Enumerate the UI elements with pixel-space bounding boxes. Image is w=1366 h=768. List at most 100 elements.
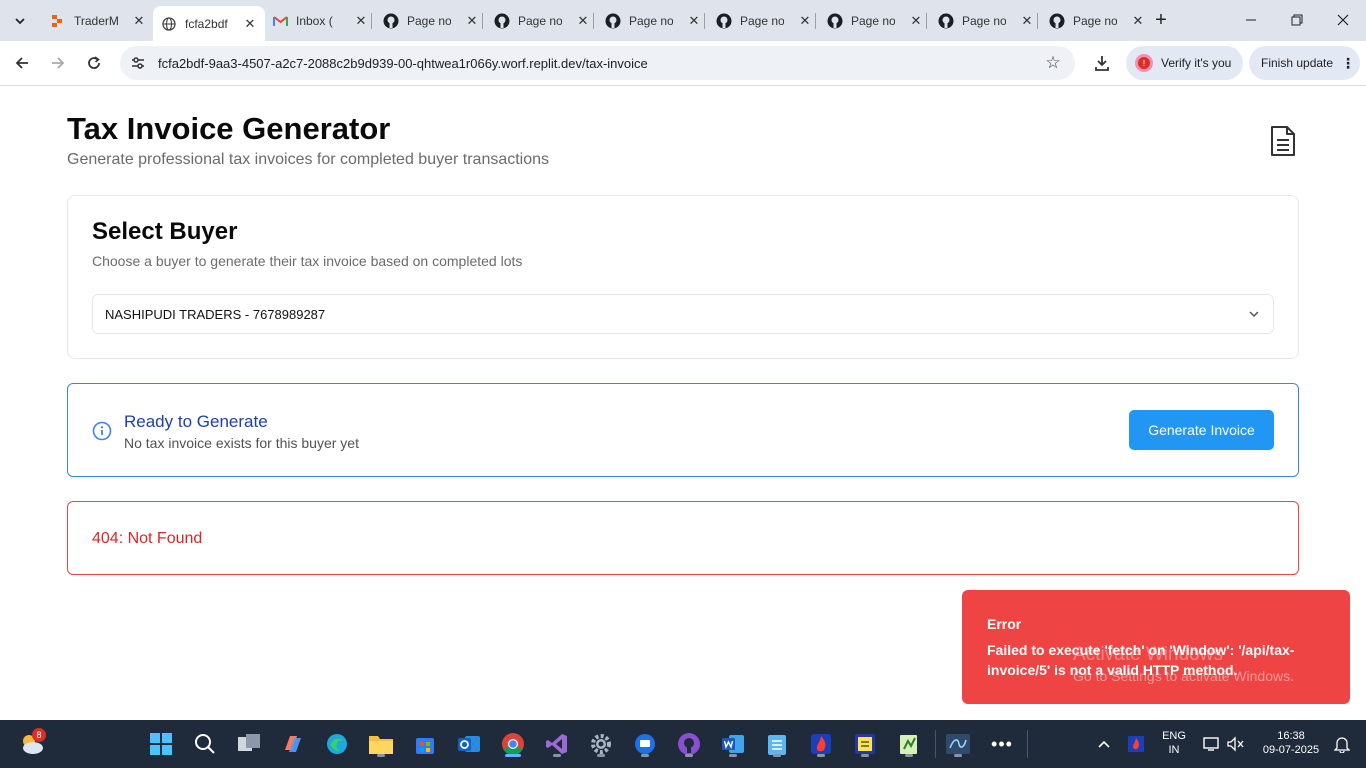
alert-badge: !	[1138, 57, 1150, 69]
bookmark-star-icon[interactable]: ☆	[1043, 53, 1063, 73]
back-button[interactable]	[8, 49, 36, 77]
browser-tab[interactable]: Page no ✕	[819, 6, 931, 35]
forward-button[interactable]	[44, 49, 72, 77]
taskbar-overflow-button[interactable]: •••	[986, 728, 1018, 760]
start-button[interactable]	[145, 728, 177, 760]
minimize-button[interactable]	[1228, 6, 1274, 34]
new-tab-button[interactable]: +	[1150, 9, 1172, 31]
tab-separator	[926, 13, 927, 29]
task-view-icon	[238, 734, 260, 751]
taskbar-store[interactable]	[409, 728, 441, 760]
running-indicator	[641, 754, 649, 757]
show-hidden-icons-button[interactable]	[1088, 728, 1120, 760]
gear-icon	[591, 734, 611, 754]
tab-separator	[593, 13, 594, 29]
chevron-down-icon	[15, 18, 25, 25]
flame-app-icon	[811, 734, 831, 754]
network-icon	[1203, 737, 1219, 751]
store-icon	[416, 738, 434, 754]
close-icon[interactable]: ✕	[1020, 13, 1034, 29]
browser-tab-active[interactable]: fcfa2bdf ✕	[153, 6, 265, 41]
notepad-plus-plus-icon	[900, 735, 917, 754]
sticky-notes-icon	[855, 734, 875, 754]
more-horizontal-icon: •••	[991, 733, 1013, 754]
taskbar-search-button[interactable]	[189, 728, 221, 760]
taskbar-snipping-tool[interactable]	[629, 728, 661, 760]
volume-status[interactable]	[1220, 728, 1252, 760]
taskbar-notepad-plus[interactable]	[893, 728, 925, 760]
taskbar-file-explorer[interactable]	[365, 728, 397, 760]
close-icon[interactable]: ✕	[909, 13, 923, 29]
edge-icon	[327, 734, 347, 754]
info-icon	[92, 421, 112, 441]
tab-label: fcfa2bdf	[185, 16, 228, 31]
taskbar-outlook[interactable]	[453, 728, 485, 760]
tray-flame-icon	[1128, 736, 1144, 752]
browser-tab[interactable]: TraderM ✕	[42, 6, 154, 35]
language-indicator[interactable]: ENG IN	[1160, 730, 1188, 756]
browser-tab[interactable]: Page no ✕	[930, 6, 1042, 35]
tab-label: Page no	[851, 13, 895, 28]
browser-tab[interactable]: Page no ✕	[1041, 6, 1153, 35]
taskbar-mysql-workbench[interactable]	[942, 728, 974, 760]
close-icon[interactable]: ✕	[798, 13, 812, 29]
volume-muted-icon	[1227, 736, 1244, 752]
close-icon[interactable]: ✕	[687, 13, 701, 29]
close-icon[interactable]: ✕	[132, 13, 146, 29]
taskbar-notepad[interactable]	[761, 728, 793, 760]
github-icon	[494, 13, 510, 29]
running-indicator	[553, 754, 561, 757]
plus-icon: +	[1155, 8, 1167, 31]
browser-tab[interactable]: Page no ✕	[708, 6, 820, 35]
browser-tab-strip: TraderM ✕ fcfa2bdf ✕ Inbox ( ✕ Page no ✕…	[0, 0, 1366, 41]
reload-icon	[88, 56, 100, 69]
tab-label: Page no	[629, 13, 673, 28]
address-bar[interactable]: fcfa2bdf-9aa3-4507-a2c7-2088c2b9d939-00-…	[120, 46, 1075, 80]
folder-icon	[369, 736, 393, 754]
taskbar-divider	[1027, 730, 1028, 758]
restore-icon	[1291, 14, 1303, 26]
browser-tab[interactable]: Page no ✕	[486, 6, 598, 35]
close-icon[interactable]: ✕	[243, 16, 257, 32]
verify-identity-chip[interactable]: ! Verify it's you	[1126, 46, 1243, 80]
site-settings-icon[interactable]	[128, 53, 148, 73]
search-icon	[195, 734, 215, 754]
finish-update-button[interactable]: Finish update ⋮	[1249, 46, 1360, 80]
ready-to-generate-card: Ready to Generate No tax invoice exists …	[67, 383, 1299, 477]
generate-invoice-button[interactable]: Generate Invoice	[1129, 410, 1274, 450]
replit-icon	[50, 13, 66, 29]
clock[interactable]: 16:38 09-07-2025	[1256, 730, 1326, 756]
close-icon[interactable]: ✕	[465, 13, 479, 29]
close-icon[interactable]: ✕	[1131, 13, 1145, 29]
download-icon[interactable]	[1090, 51, 1114, 75]
taskbar-word[interactable]	[717, 728, 749, 760]
browser-tab[interactable]: Page no ✕	[375, 6, 487, 35]
notifications-button[interactable]	[1326, 728, 1358, 760]
close-icon[interactable]: ✕	[354, 13, 368, 29]
ready-title: Ready to Generate	[124, 412, 268, 431]
tab-separator	[815, 13, 816, 29]
notification-badge: 8	[32, 728, 46, 742]
tab-search-button[interactable]	[7, 8, 33, 34]
taskbar-app-flame[interactable]	[805, 728, 837, 760]
running-indicator	[817, 754, 825, 757]
taskbar-copilot[interactable]	[277, 728, 309, 760]
buyer-select[interactable]: NASHIPUDI TRADERS - 7678989287	[92, 294, 1274, 334]
taskbar-edge[interactable]	[321, 728, 353, 760]
browser-tab[interactable]: Page no ✕	[597, 6, 709, 35]
taskbar-visual-studio[interactable]	[541, 728, 573, 760]
close-window-button[interactable]	[1320, 6, 1366, 34]
browser-tab[interactable]: Inbox ( ✕	[264, 6, 376, 35]
task-view-button[interactable]	[233, 728, 265, 760]
taskbar-github-desktop[interactable]	[673, 728, 705, 760]
finish-update-label: Finish update	[1261, 56, 1334, 70]
taskbar-settings[interactable]	[585, 728, 617, 760]
taskbar-sticky-notes[interactable]	[849, 728, 881, 760]
close-icon[interactable]: ✕	[576, 13, 590, 29]
tab-label: Page no	[962, 13, 1006, 28]
reload-button[interactable]	[80, 49, 108, 77]
url-text: fcfa2bdf-9aa3-4507-a2c7-2088c2b9d939-00-…	[158, 55, 648, 71]
taskbar-chrome[interactable]	[497, 728, 529, 760]
restore-button[interactable]	[1274, 6, 1320, 34]
tray-app-icon[interactable]	[1120, 728, 1152, 760]
